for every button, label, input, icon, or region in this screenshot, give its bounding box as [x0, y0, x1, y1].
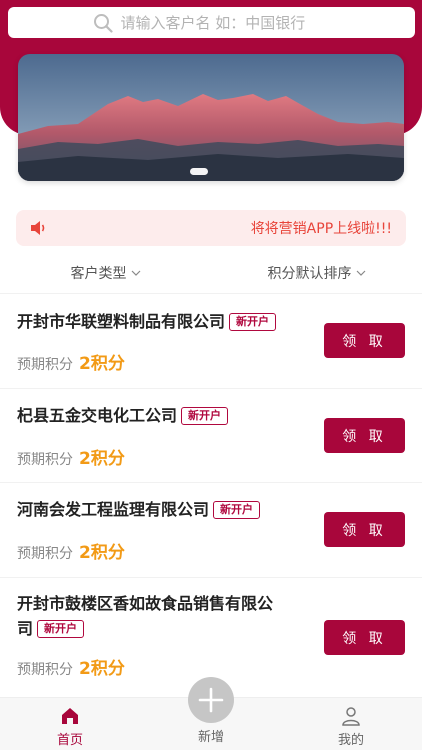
- user-icon: [342, 707, 360, 726]
- points-label: 预期积分: [17, 662, 73, 678]
- notice-bar[interactable]: 将将营销APP上线啦!!!: [16, 210, 406, 246]
- status-badge: 新开户: [213, 501, 261, 519]
- search-bar[interactable]: [8, 7, 415, 38]
- tab-home[interactable]: 首页: [30, 706, 110, 748]
- status-badge: 新开户: [181, 407, 229, 425]
- tab-mine[interactable]: 我的: [311, 706, 391, 748]
- points-label: 预期积分: [17, 357, 73, 373]
- list-item[interactable]: 杞县五金交电化工公司 新开户 预期积分 2积分 领 取: [0, 388, 422, 482]
- filter-label: 积分默认排序: [267, 266, 352, 282]
- filter-points-sort[interactable]: 积分默认排序: [211, 258, 422, 288]
- search-input[interactable]: [120, 13, 331, 32]
- speaker-icon: [31, 221, 45, 235]
- customer-name-line: 河南会发工程监理有限公司 新开户: [17, 497, 261, 522]
- claim-button[interactable]: 领 取: [324, 323, 405, 358]
- status-badge: 新开户: [37, 620, 85, 638]
- tab-label: 首页: [56, 733, 83, 748]
- banner-carousel[interactable]: [18, 54, 404, 181]
- plus-icon: [198, 687, 224, 713]
- points-value: 2积分: [79, 449, 125, 469]
- points-line: 预期积分 2积分: [17, 349, 125, 374]
- app-screen: 将将营销APP上线啦!!! 客户类型 积分默认排序 开封市华联塑料制品有限公司新…: [0, 0, 422, 750]
- customer-name: 河南会发工程监理有限公司: [17, 500, 210, 519]
- customer-name: 杞县五金交电化工公司: [17, 406, 178, 425]
- filter-label: 客户类型: [70, 266, 127, 282]
- search-icon: [93, 13, 113, 33]
- list-item[interactable]: 开封市华联塑料制品有限公司 新开户 预期积分 2积分 领 取: [0, 293, 422, 388]
- customer-name-line: 开封市鼓楼区香如故食品销售有限公司 新开户: [17, 591, 287, 641]
- points-label: 预期积分: [17, 452, 73, 468]
- points-line: 预期积分 2积分: [17, 444, 125, 469]
- chevron-down-icon: [131, 270, 140, 276]
- points-value: 2积分: [79, 354, 125, 374]
- customer-list: 开封市华联塑料制品有限公司 新开户 预期积分 2积分 领 取 杞县五金交电化工公司…: [0, 293, 422, 697]
- points-label: 预期积分: [17, 546, 73, 562]
- customer-name-line: 开封市华联塑料制品有限公司 新开户: [17, 309, 277, 334]
- status-badge: 新开户: [229, 313, 277, 331]
- notice-text: 将将营销APP上线啦!!!: [250, 221, 392, 237]
- points-line: 预期积分 2积分: [17, 654, 125, 679]
- points-value: 2积分: [79, 543, 125, 563]
- tab-label: 我的: [337, 733, 364, 748]
- add-button[interactable]: [188, 677, 234, 723]
- mountain-banner-image: [18, 54, 404, 181]
- customer-name-line: 杞县五金交电化工公司 新开户: [17, 403, 229, 428]
- chevron-down-icon: [356, 270, 365, 276]
- add-label: 新增: [197, 730, 224, 745]
- carousel-indicator[interactable]: [190, 168, 208, 175]
- filter-bar: 客户类型 积分默认排序: [0, 258, 422, 288]
- filter-customer-type[interactable]: 客户类型: [0, 258, 211, 288]
- claim-button[interactable]: 领 取: [324, 620, 405, 655]
- claim-button[interactable]: 领 取: [324, 418, 405, 453]
- points-value: 2积分: [79, 659, 125, 679]
- home-icon: [62, 708, 78, 724]
- list-item[interactable]: 河南会发工程监理有限公司 新开户 预期积分 2积分 领 取: [0, 482, 422, 577]
- customer-name: 开封市华联塑料制品有限公司: [17, 312, 226, 331]
- claim-button[interactable]: 领 取: [324, 512, 405, 547]
- points-line: 预期积分 2积分: [17, 538, 125, 563]
